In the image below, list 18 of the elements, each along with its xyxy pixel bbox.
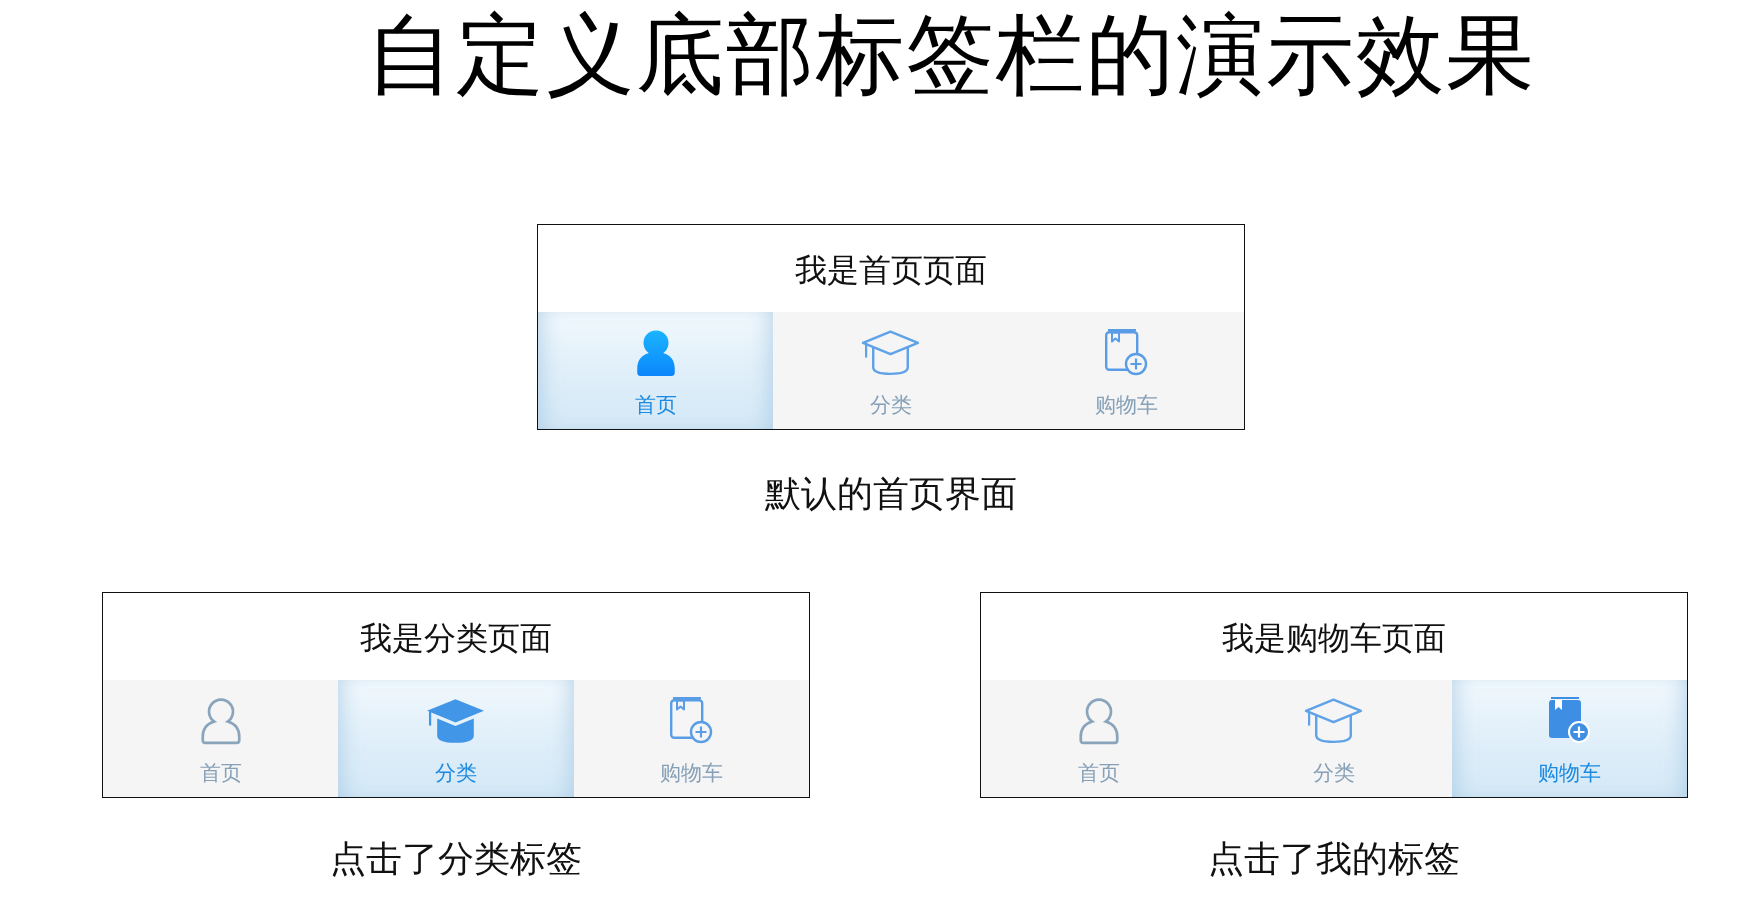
graduation-cap-icon	[1303, 696, 1365, 744]
tab-button[interactable]: 分类	[338, 680, 574, 797]
person-icon	[199, 695, 242, 745]
book-plus-icon	[1547, 696, 1592, 744]
book-plus-icon	[669, 696, 714, 744]
book-plus-icon	[1104, 328, 1149, 376]
caption: 默认的首页界面	[765, 473, 1017, 516]
page-heading: 我是分类页面	[360, 617, 552, 659]
tab-button[interactable]: 首页	[538, 312, 774, 429]
person-icon	[1077, 695, 1120, 745]
caption: 点击了分类标签	[330, 838, 582, 881]
tab-button[interactable]: 购物车	[1451, 680, 1687, 797]
person-icon	[634, 327, 677, 377]
page-heading: 我是首页页面	[795, 249, 987, 291]
graduation-cap-icon	[860, 328, 922, 376]
slide-title: 自定义底部标签栏的演示效果	[366, 6, 1536, 106]
caption: 点击了我的标签	[1208, 838, 1460, 881]
page-heading: 我是购物车页面	[1222, 617, 1446, 659]
